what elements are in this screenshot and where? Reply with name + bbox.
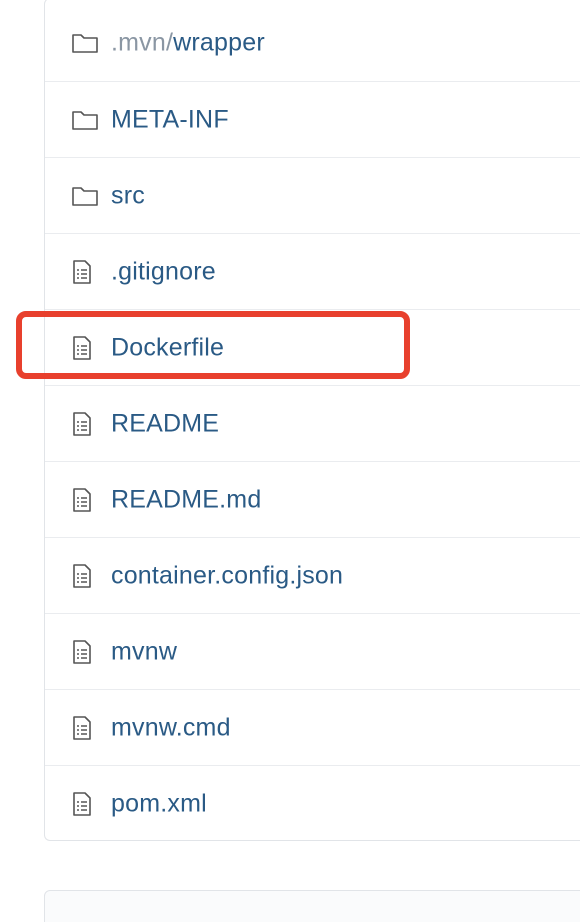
repository-file-list: .mvn/wrapper META-INF src .gitignore Doc [44, 0, 580, 841]
list-item[interactable]: README.md [45, 461, 580, 537]
list-item[interactable]: .gitignore [45, 233, 580, 309]
list-item[interactable]: pom.xml [45, 765, 580, 841]
file-name[interactable]: pom.xml [111, 789, 207, 818]
file-name[interactable]: .gitignore [111, 257, 216, 286]
list-item[interactable]: README [45, 385, 580, 461]
list-item[interactable]: Dockerfile [45, 309, 580, 385]
readme-panel [44, 890, 580, 922]
list-icon [69, 913, 93, 922]
file-name[interactable]: Dockerfile [111, 333, 224, 362]
file-icon [71, 791, 103, 817]
file-icon [71, 411, 103, 437]
file-name[interactable]: mvnw.cmd [111, 713, 231, 742]
file-name[interactable]: README [111, 409, 219, 438]
folder-name[interactable]: META-INF [111, 105, 229, 134]
folder-icon [71, 30, 103, 56]
file-icon [71, 563, 103, 589]
file-name[interactable]: README.md [111, 485, 261, 514]
file-icon [71, 259, 103, 285]
list-item[interactable]: mvnw.cmd [45, 689, 580, 765]
file-name[interactable]: container.config.json [111, 561, 343, 590]
list-item[interactable]: container.config.json [45, 537, 580, 613]
list-item[interactable]: .mvn/wrapper [45, 5, 580, 81]
folder-name[interactable]: .mvn/wrapper [111, 29, 265, 58]
file-icon [71, 335, 103, 361]
folder-icon [71, 107, 103, 133]
file-browser-page: .mvn/wrapper META-INF src .gitignore Doc [0, 0, 580, 922]
list-item[interactable]: mvnw [45, 613, 580, 689]
list-item[interactable]: src [45, 157, 580, 233]
folder-name[interactable]: src [111, 181, 145, 210]
list-item[interactable]: META-INF [45, 81, 580, 157]
file-icon [71, 639, 103, 665]
file-icon [71, 715, 103, 741]
file-icon [71, 487, 103, 513]
folder-icon [71, 183, 103, 209]
file-name[interactable]: mvnw [111, 637, 177, 666]
